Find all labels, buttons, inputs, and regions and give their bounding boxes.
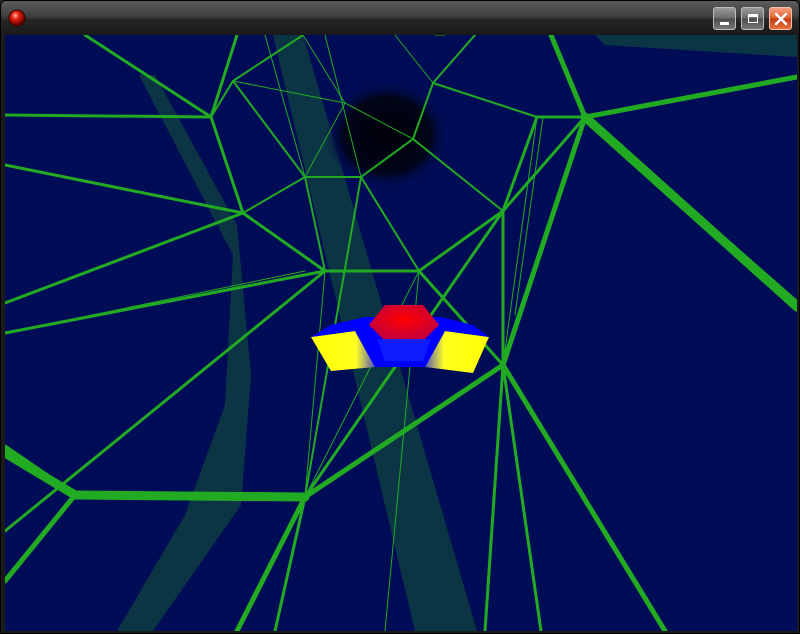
maximize-button[interactable]	[741, 7, 764, 30]
title-bar[interactable]	[1, 1, 799, 35]
tunnel-scene	[5, 35, 797, 631]
game-window	[0, 0, 800, 634]
close-x-icon	[774, 12, 787, 25]
red-orb-icon[interactable]	[7, 8, 27, 28]
maximize-icon	[747, 14, 758, 23]
game-viewport[interactable]	[5, 35, 797, 631]
close-button[interactable]	[769, 7, 792, 30]
minimize-button[interactable]	[713, 7, 736, 30]
tunnel-depth	[325, 81, 449, 189]
minimize-icon	[720, 22, 729, 25]
